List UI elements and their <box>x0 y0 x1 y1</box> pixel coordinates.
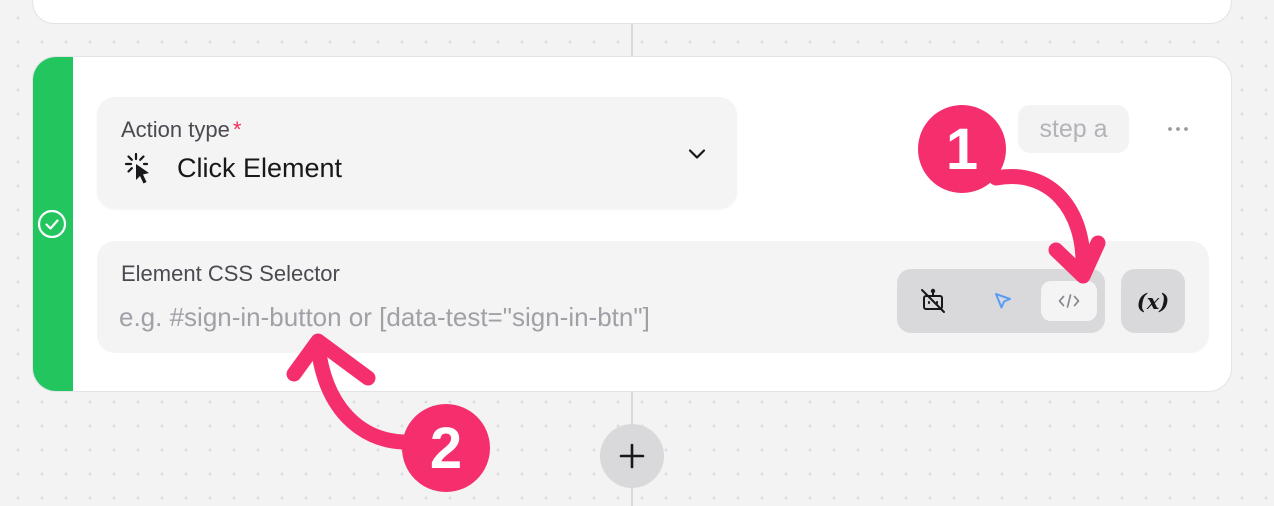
plus-icon <box>619 443 645 469</box>
action-type-select[interactable]: Action type * Click Element <box>97 97 737 209</box>
required-mark: * <box>232 117 242 142</box>
step-name-chip[interactable]: step a <box>1018 105 1129 153</box>
code-icon <box>1058 294 1080 308</box>
cursor-arrow-icon <box>995 293 1011 309</box>
chevron-down-icon[interactable] <box>682 139 712 169</box>
css-code-button[interactable] <box>1041 281 1097 321</box>
annotation-badge-2: 2 <box>402 404 490 492</box>
previous-step-card[interactable] <box>32 0 1232 24</box>
check-circle-icon <box>37 209 67 239</box>
annotation-badge-1: 1 <box>918 105 1006 193</box>
action-type-label: Action type * <box>121 117 242 142</box>
more-horizontal-icon[interactable] <box>1161 115 1195 143</box>
insert-variable-button[interactable]: (x) <box>1121 269 1185 333</box>
step-card: Action type * Click Element step a Elemen… <box>32 56 1232 392</box>
css-selector-input[interactable] <box>119 299 879 335</box>
robot-off-icon <box>921 288 945 313</box>
disable-robot-button[interactable] <box>905 281 961 321</box>
selector-mode-group <box>897 269 1105 333</box>
pick-element-button[interactable] <box>975 281 1031 321</box>
click-cursor-icon <box>124 152 149 184</box>
action-type-value: Click Element <box>177 153 343 183</box>
css-selector-field: Element CSS Selector e.g. #sign-in-butto… <box>97 241 1209 353</box>
add-step-button[interactable] <box>600 424 664 488</box>
css-selector-label: Element CSS Selector <box>121 261 340 286</box>
